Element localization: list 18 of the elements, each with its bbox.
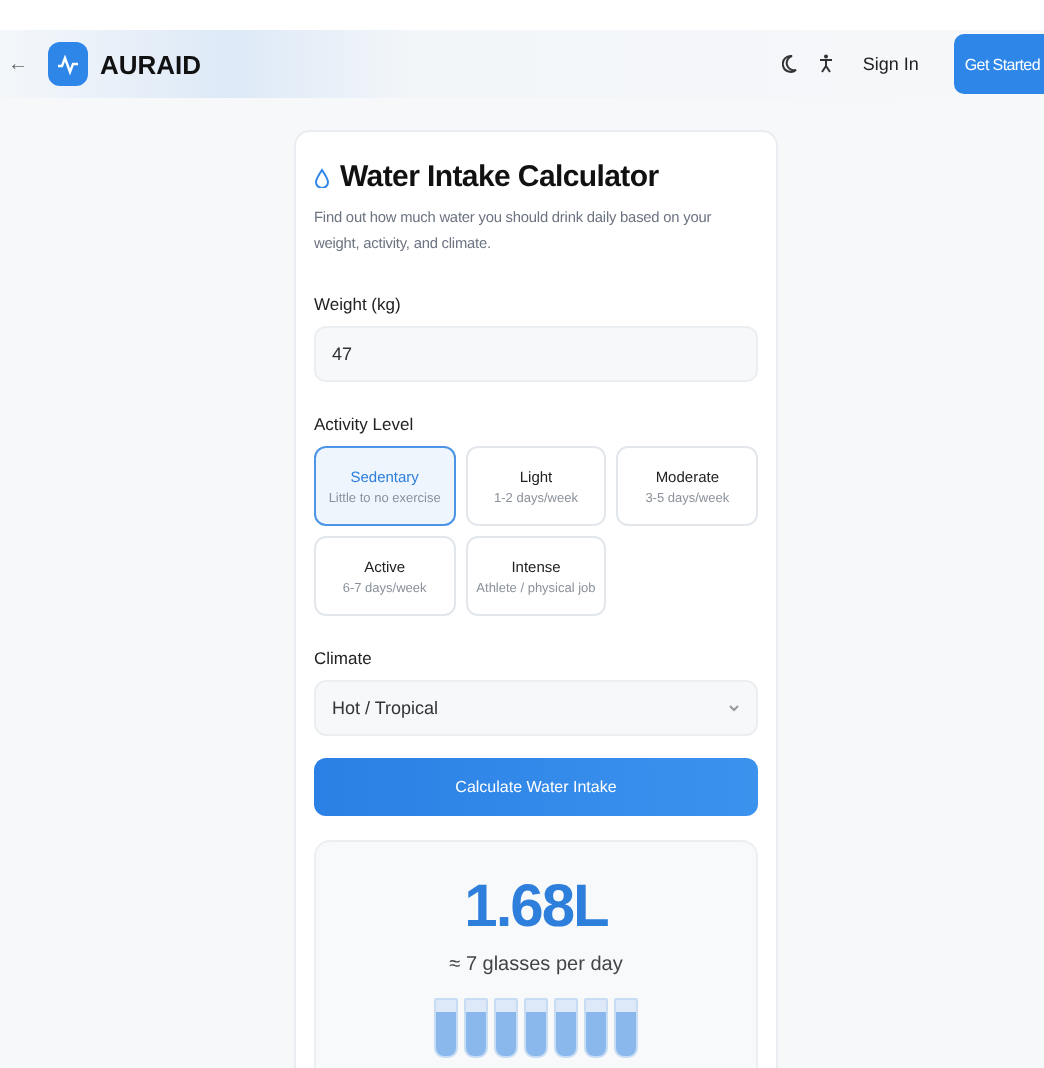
water-amount: 1.68L	[464, 874, 608, 942]
climate-select[interactable]: Hot / Tropical	[314, 680, 758, 736]
brand-name: AURAID	[100, 49, 202, 79]
moon-icon[interactable]	[782, 54, 799, 74]
back-arrow[interactable]: ←	[8, 53, 28, 75]
glasses-text: ≈ 7 glasses per day	[449, 954, 623, 976]
get-started-button[interactable]: Get Started	[954, 34, 1044, 94]
calculate-button[interactable]: Calculate Water Intake	[314, 758, 758, 816]
logo-icon	[48, 42, 88, 86]
weight-field[interactable]: 47	[314, 326, 758, 382]
water-drop-icon	[314, 167, 330, 187]
weight-label: Weight (kg)	[314, 294, 403, 314]
climate-label: Climate	[314, 648, 374, 668]
activity-label: Activity Level	[314, 414, 416, 434]
accessibility-icon[interactable]	[818, 54, 835, 74]
sign-in-link[interactable]: Sign In	[862, 54, 919, 74]
chevron-down-icon	[728, 704, 740, 712]
card-title: Water Intake Calculator	[340, 160, 659, 194]
